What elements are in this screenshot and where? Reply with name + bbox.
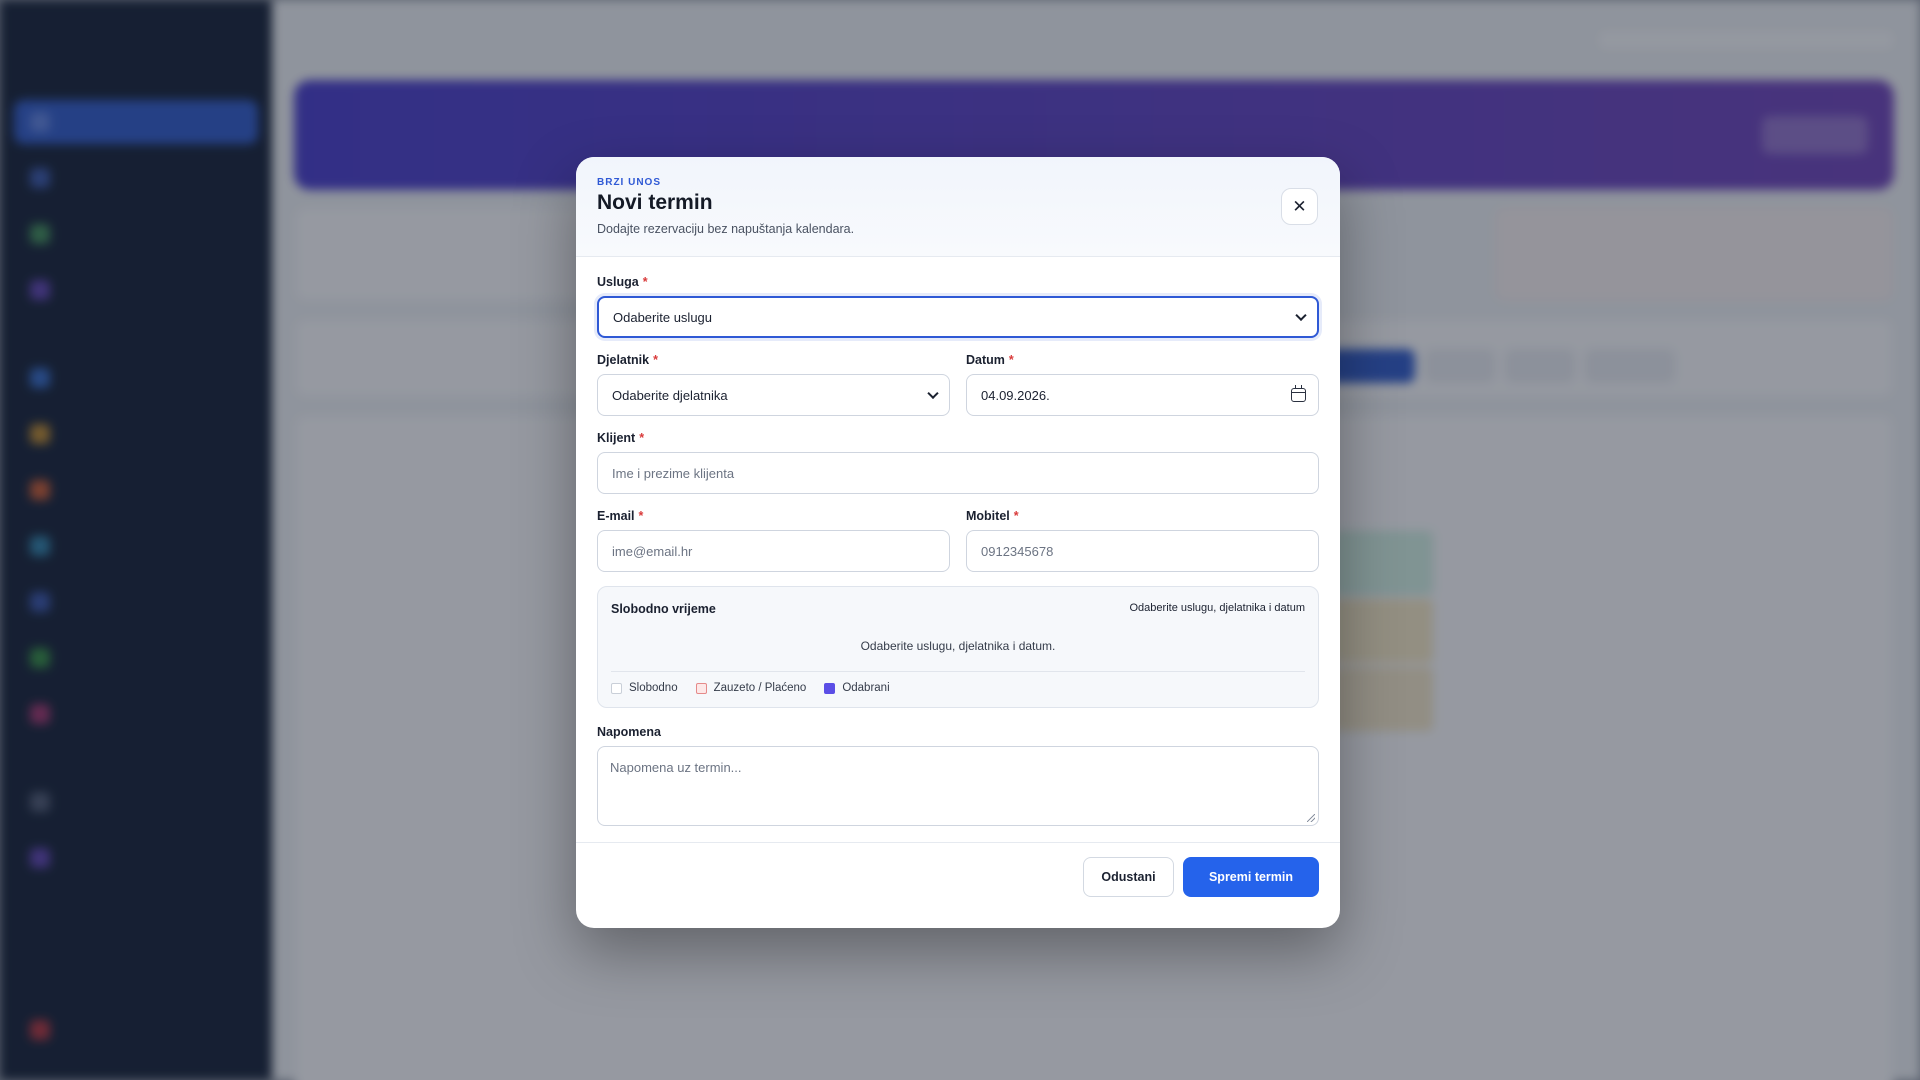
client-input-placeholder: Ime i prezime klijenta — [612, 465, 735, 481]
date-field-value: 04.09.2026. — [981, 387, 1050, 403]
note-placeholder: Napomena uz termin... — [610, 760, 742, 775]
modal-title: Novi termin — [597, 191, 713, 214]
legend-label-busy: Zauzeto / Plaćeno — [713, 682, 807, 694]
client-label: Klijent * — [597, 431, 645, 445]
close-icon: ✕ — [1292, 196, 1307, 216]
legend-item-busy: Zauzeto / Plaćeno — [695, 682, 807, 694]
new-appointment-modal: BRZI UNOS Novi termin Dodajte rezervacij… — [576, 157, 1340, 928]
date-field[interactable]: 04.09.2026. — [966, 374, 1319, 416]
modal-header: BRZI UNOS Novi termin Dodajte rezervacij… — [576, 157, 1340, 257]
cancel-button[interactable]: Odustani — [1083, 857, 1174, 897]
close-button[interactable]: ✕ — [1281, 188, 1318, 225]
email-label: E-mail * — [597, 509, 644, 523]
service-select-value: Odaberite uslugu — [613, 309, 713, 325]
modal-subtitle: Dodajte rezervaciju bez napuštanja kalen… — [597, 222, 855, 236]
divider — [611, 671, 1305, 672]
legend-label-selected: Odabrani — [842, 682, 890, 694]
email-field[interactable]: ime@email.hr — [597, 530, 950, 572]
employee-select[interactable]: Odaberite djelatnika — [597, 374, 950, 416]
mobile-field[interactable]: 0912345678 — [966, 530, 1319, 572]
employee-label: Djelatnik * — [597, 353, 658, 367]
free-slots-title: Slobodno vrijeme — [611, 602, 716, 616]
legend-label-free: Slobodno — [629, 682, 678, 694]
footer-divider — [576, 842, 1340, 843]
chevron-down-icon — [927, 387, 939, 400]
slots-legend: Slobodno Zauzeto / Plaćeno Odabrani — [611, 682, 908, 694]
service-label: Usluga * — [597, 275, 648, 289]
mobile-field-placeholder: 0912345678 — [981, 543, 1054, 559]
date-label: Datum * — [966, 353, 1014, 367]
free-slots-hint: Odaberite uslugu, djelatnika i datum — [1129, 602, 1306, 614]
note-textarea[interactable]: Napomena uz termin... — [597, 746, 1319, 826]
legend-item-free: Slobodno — [611, 682, 678, 694]
modal-eyebrow: BRZI UNOS — [597, 177, 661, 188]
note-label: Napomena — [597, 725, 661, 739]
free-slots-panel: Slobodno vrijeme Odaberite uslugu, djela… — [597, 586, 1319, 708]
chevron-down-icon — [1295, 309, 1307, 322]
mobile-label: Mobitel * — [966, 509, 1019, 523]
legend-swatch-selected — [824, 682, 836, 694]
employee-select-value: Odaberite djelatnika — [612, 387, 728, 403]
legend-swatch-free — [611, 682, 622, 694]
calendar-icon[interactable] — [1291, 385, 1306, 402]
save-appointment-button[interactable]: Spremi termin — [1183, 857, 1319, 897]
legend-swatch-busy — [695, 682, 707, 694]
free-slots-message: Odaberite uslugu, djelatnika i datum. — [860, 639, 1056, 653]
service-select[interactable]: Odaberite uslugu — [597, 296, 1319, 338]
email-field-placeholder: ime@email.hr — [612, 543, 693, 559]
legend-item-selected: Odabrani — [824, 682, 890, 694]
client-input[interactable]: Ime i prezime klijenta — [597, 452, 1319, 494]
resize-handle-icon[interactable] — [1307, 814, 1315, 822]
